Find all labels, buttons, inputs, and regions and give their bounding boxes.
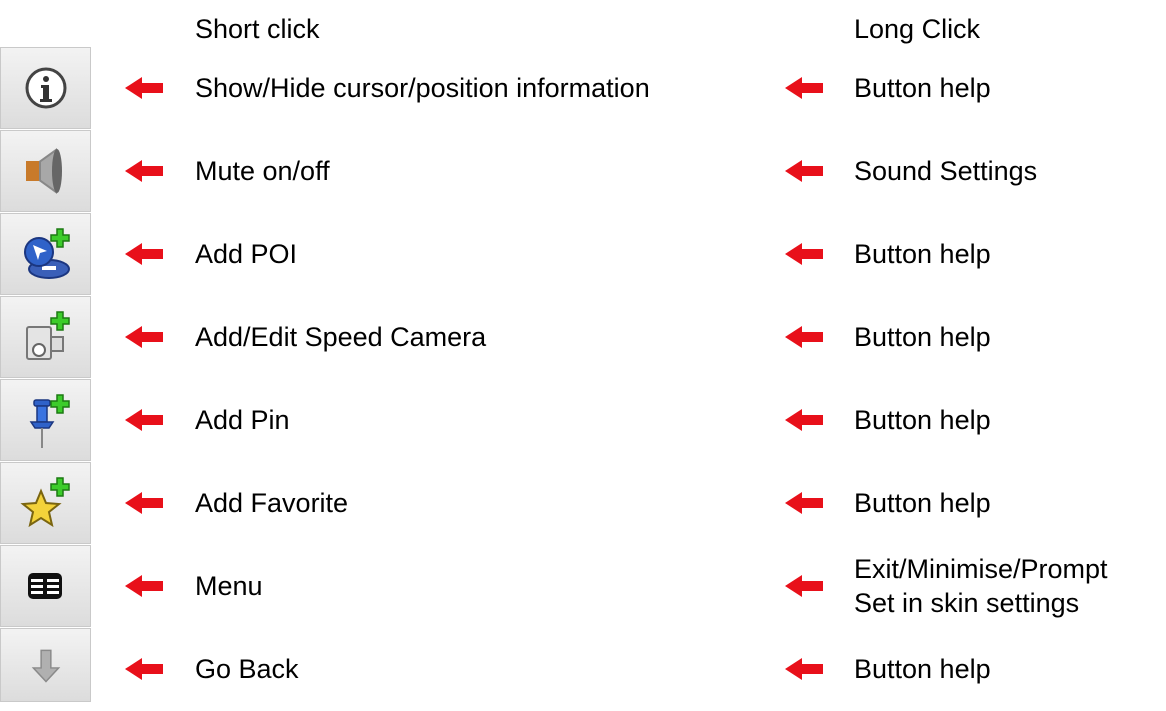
- mute-button[interactable]: [0, 130, 91, 212]
- button-row-add-favorite: Add Favorite Button help: [0, 462, 1166, 545]
- add-speed-camera-icon: [26, 311, 70, 360]
- button-row-mute: Mute on/off Sound Settings: [0, 130, 1166, 213]
- short-click-label: Go Back: [195, 654, 299, 684]
- arrow-left-icon: [125, 575, 163, 597]
- arrow-left-icon: [125, 658, 163, 680]
- button-row-info: Show/Hide cursor/position information Bu…: [0, 47, 1166, 130]
- header-short-click: Short click: [195, 14, 320, 44]
- arrow-left-icon: [785, 575, 823, 597]
- header-long-click: Long Click: [854, 14, 981, 44]
- long-click-line-1: Exit/Minimise/Prompt: [854, 554, 1108, 584]
- menu-button[interactable]: [0, 545, 91, 627]
- button-row-speed-camera: Add/Edit Speed Camera Button help: [0, 296, 1166, 379]
- long-click-label: Button help: [854, 488, 991, 518]
- button-row-add-poi: Add POI Button help: [0, 213, 1166, 296]
- long-click-label: Button help: [854, 73, 991, 103]
- short-click-label: Mute on/off: [195, 156, 330, 186]
- long-click-line-2: Set in skin settings: [854, 588, 1080, 618]
- arrow-left-icon: [785, 160, 823, 182]
- button-row-menu: Menu Exit/Minimise/Prompt Set in skin se…: [0, 545, 1166, 628]
- arrow-left-icon: [785, 326, 823, 348]
- arrow-left-icon: [125, 326, 163, 348]
- arrow-left-icon: [125, 243, 163, 265]
- info-icon: [25, 67, 67, 109]
- arrow-left-icon: [125, 409, 163, 431]
- add-pin-button[interactable]: [0, 379, 91, 461]
- arrow-left-icon: [785, 77, 823, 99]
- add-favorite-icon: [20, 477, 70, 528]
- short-click-label: Add/Edit Speed Camera: [195, 322, 487, 352]
- menu-icon: [28, 573, 62, 599]
- arrow-left-icon: [785, 243, 823, 265]
- arrow-left-icon: [785, 492, 823, 514]
- speaker-icon: [26, 148, 62, 194]
- add-poi-icon: [24, 228, 70, 279]
- arrow-left-icon: [125, 492, 163, 514]
- add-speed-camera-button[interactable]: [0, 296, 91, 378]
- long-click-label: Button help: [854, 405, 991, 435]
- button-row-add-pin: Add Pin Button help: [0, 379, 1166, 462]
- add-pin-icon: [29, 394, 70, 448]
- short-click-label: Add Favorite: [195, 488, 349, 518]
- long-click-label: Exit/Minimise/Prompt Set in skin setting…: [854, 552, 1108, 620]
- go-back-icon: [31, 649, 61, 683]
- go-back-button[interactable]: [0, 628, 91, 702]
- short-click-label: Menu: [195, 571, 263, 601]
- long-click-label: Button help: [854, 322, 991, 352]
- short-click-label: Add POI: [195, 239, 298, 269]
- info-button[interactable]: [0, 47, 91, 129]
- arrow-left-icon: [125, 160, 163, 182]
- short-click-label: Add Pin: [195, 405, 290, 435]
- arrow-left-icon: [125, 77, 163, 99]
- add-poi-button[interactable]: [0, 213, 91, 295]
- arrow-left-icon: [785, 658, 823, 680]
- button-row-go-back: Go Back Button help: [0, 628, 1166, 711]
- long-click-label: Button help: [854, 654, 991, 684]
- long-click-label: Sound Settings: [854, 156, 1038, 186]
- long-click-label: Button help: [854, 239, 991, 269]
- short-click-label: Show/Hide cursor/position information: [195, 73, 650, 103]
- arrow-left-icon: [785, 409, 823, 431]
- add-favorite-button[interactable]: [0, 462, 91, 544]
